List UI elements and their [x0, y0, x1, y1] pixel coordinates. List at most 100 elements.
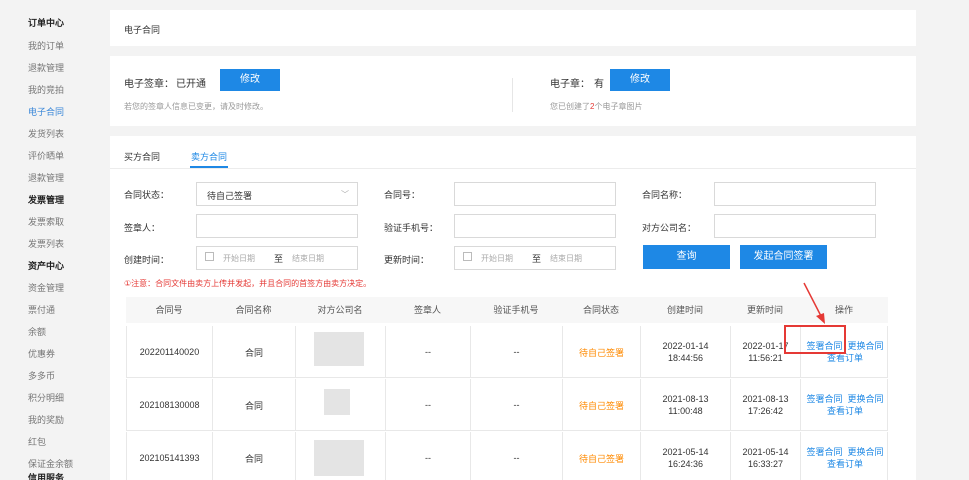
sidebar-item-coupons[interactable]: 优惠券 — [28, 348, 55, 360]
signature-modify-button[interactable]: 修改 — [220, 69, 280, 91]
page-title-bar: 电子合同 — [110, 10, 916, 46]
contract-name-input[interactable] — [714, 182, 876, 206]
cell-phone: -- — [471, 432, 563, 480]
query-button[interactable]: 查询 — [643, 245, 730, 269]
table-row: 202105141393 合同 -- -- 待自己签署 2021-05-14 16… — [126, 432, 888, 480]
tab-seller-contracts[interactable]: 卖方合同 — [191, 150, 227, 163]
redacted-company — [324, 389, 350, 415]
cell-actions: 签署合同 更换合同查看订单 — [801, 379, 889, 431]
sidebar-item-duoduo-coins[interactable]: 多多币 — [28, 370, 55, 382]
cell-status: 待自己签署 — [563, 432, 641, 480]
sidebar-item-shipping[interactable]: 发货列表 — [28, 128, 64, 140]
cell-contract-name: 合同 — [213, 379, 296, 431]
cell-status: 待自己签署 — [563, 379, 641, 431]
create-start-date[interactable]: 开始日期 — [223, 253, 255, 264]
signature-panel: 电子签章： 已开通 修改 若您的签章人信息已变更，请及时修改。 电子章： 有 修… — [110, 56, 916, 126]
sidebar-item-reviews[interactable]: 评价晒单 — [28, 150, 64, 162]
sidebar-item-balance[interactable]: 余额 — [28, 326, 46, 338]
counterparty-label: 对方公司名： — [642, 223, 697, 233]
cell-contract-name: 合同 — [213, 326, 296, 378]
signer-input[interactable] — [196, 214, 358, 238]
replace-contract-link[interactable]: 更换合同 — [848, 394, 884, 404]
initiate-contract-button[interactable]: 发起合同签署 — [740, 245, 827, 269]
sidebar-header-assets: 资产中心 — [28, 261, 65, 271]
calendar-icon — [463, 252, 472, 261]
sidebar-item-funds[interactable]: 资金管理 — [28, 282, 64, 294]
table-header: 合同号 合同名称 对方公司名 签章人 验证手机号 合同状态 创建时间 更新时间 … — [126, 297, 888, 323]
view-order-link[interactable]: 查看订单 — [827, 459, 863, 469]
sidebar-item-red-packets[interactable]: 红包 — [28, 436, 46, 448]
sign-contract-link[interactable]: 签署合同 — [806, 447, 842, 457]
replace-contract-link[interactable]: 更换合同 — [848, 341, 884, 351]
cell-contract-no: 202105141393 — [127, 432, 213, 480]
sidebar: 订单中心 我的订单 退款管理 我的竞拍 电子合同 发货列表 评价晒单 退款管理 … — [0, 0, 100, 480]
status-filter-label: 合同状态： — [124, 190, 170, 200]
update-end-date[interactable]: 结束日期 — [550, 253, 582, 264]
contract-name-label: 合同名称： — [642, 190, 688, 200]
sidebar-item-deposit[interactable]: 保证金余额 — [28, 458, 73, 470]
col-contract-name: 合同名称 — [235, 305, 272, 315]
phone-input[interactable] — [454, 214, 616, 238]
sidebar-item-invoice-list[interactable]: 发票列表 — [28, 238, 64, 250]
redacted-company — [314, 440, 364, 476]
seal-status: 有 — [594, 79, 604, 90]
cell-created: 2021-08-13 11:00:48 — [641, 379, 731, 431]
cell-signer: -- — [386, 326, 471, 378]
status-select[interactable]: 待自己签署 ﹀ — [196, 182, 358, 206]
replace-contract-link[interactable]: 更换合同 — [848, 447, 884, 457]
sidebar-item-my-orders[interactable]: 我的订单 — [28, 40, 64, 52]
status-badge: 待自己签署 — [578, 453, 624, 464]
status-badge: 待自己签署 — [578, 400, 624, 411]
sign-contract-link[interactable]: 签署合同 — [806, 394, 842, 404]
seal-hint: 您已创建了2个电子章图片 — [550, 102, 643, 111]
signature-status: 已开通 — [176, 79, 206, 90]
cell-status: 待自己签署 — [563, 326, 641, 378]
sidebar-header-credit: 信用服务 — [28, 473, 65, 480]
update-date-range[interactable]: 开始日期 至 结束日期 — [454, 246, 616, 270]
cell-actions: 签署合同 更换合同查看订单 — [801, 432, 889, 480]
contract-panel: 买方合同 卖方合同 合同状态： 待自己签署 ﹀ 合同号： 合同名称： 签章人： … — [110, 136, 916, 480]
cell-signer: -- — [386, 432, 471, 480]
cell-phone: -- — [471, 379, 563, 431]
col-contract-no: 合同号 — [155, 305, 183, 315]
cell-counterparty — [296, 326, 386, 378]
sidebar-header-invoices: 发票管理 — [28, 195, 65, 205]
notice-text: ①注意：合同文件由卖方上传并发起，并且合同的首签方由卖方决定。 — [124, 279, 372, 288]
page-title: 电子合同 — [124, 25, 161, 35]
sidebar-item-refunds-2[interactable]: 退款管理 — [28, 172, 64, 184]
sidebar-item-e-contract[interactable]: 电子合同 — [28, 106, 64, 118]
col-phone: 验证手机号 — [493, 305, 539, 315]
divider — [512, 78, 513, 112]
tab-buyer-contracts[interactable]: 买方合同 — [124, 150, 160, 163]
calendar-icon — [205, 252, 214, 261]
sidebar-item-invoice-request[interactable]: 发票索取 — [28, 216, 64, 228]
col-counterparty: 对方公司名 — [317, 305, 363, 315]
counterparty-input[interactable] — [714, 214, 876, 238]
create-date-range[interactable]: 开始日期 至 结束日期 — [196, 246, 358, 270]
col-created: 创建时间 — [666, 305, 703, 315]
sidebar-item-piaofutong[interactable]: 票付通 — [28, 304, 55, 316]
contract-no-input[interactable] — [454, 182, 616, 206]
sidebar-item-auctions[interactable]: 我的竞拍 — [28, 84, 64, 96]
view-order-link[interactable]: 查看订单 — [827, 406, 863, 416]
create-end-date[interactable]: 结束日期 — [292, 253, 324, 264]
update-range-separator: 至 — [532, 254, 542, 264]
sidebar-item-points[interactable]: 积分明细 — [28, 392, 64, 404]
signature-label: 电子签章： — [124, 79, 174, 90]
update-start-date[interactable]: 开始日期 — [481, 253, 513, 264]
contract-no-label: 合同号： — [384, 190, 421, 200]
cell-updated: 2021-08-13 17:26:42 — [731, 379, 801, 431]
seal-modify-button[interactable]: 修改 — [610, 69, 670, 91]
seal-label: 电子章： — [550, 79, 590, 90]
sidebar-item-refunds[interactable]: 退款管理 — [28, 62, 64, 74]
sidebar-item-rewards[interactable]: 我的奖励 — [28, 414, 64, 426]
sidebar-header-orders: 订单中心 — [28, 18, 65, 28]
create-time-label: 创建时间： — [124, 255, 170, 265]
tab-divider — [110, 168, 916, 169]
signer-label: 签章人： — [124, 223, 161, 233]
col-actions: 操作 — [834, 305, 853, 315]
status-badge: 待自己签署 — [578, 347, 624, 358]
view-order-link[interactable]: 查看订单 — [827, 353, 863, 363]
phone-label: 验证手机号： — [384, 223, 439, 233]
status-select-value: 待自己签署 — [207, 191, 253, 201]
